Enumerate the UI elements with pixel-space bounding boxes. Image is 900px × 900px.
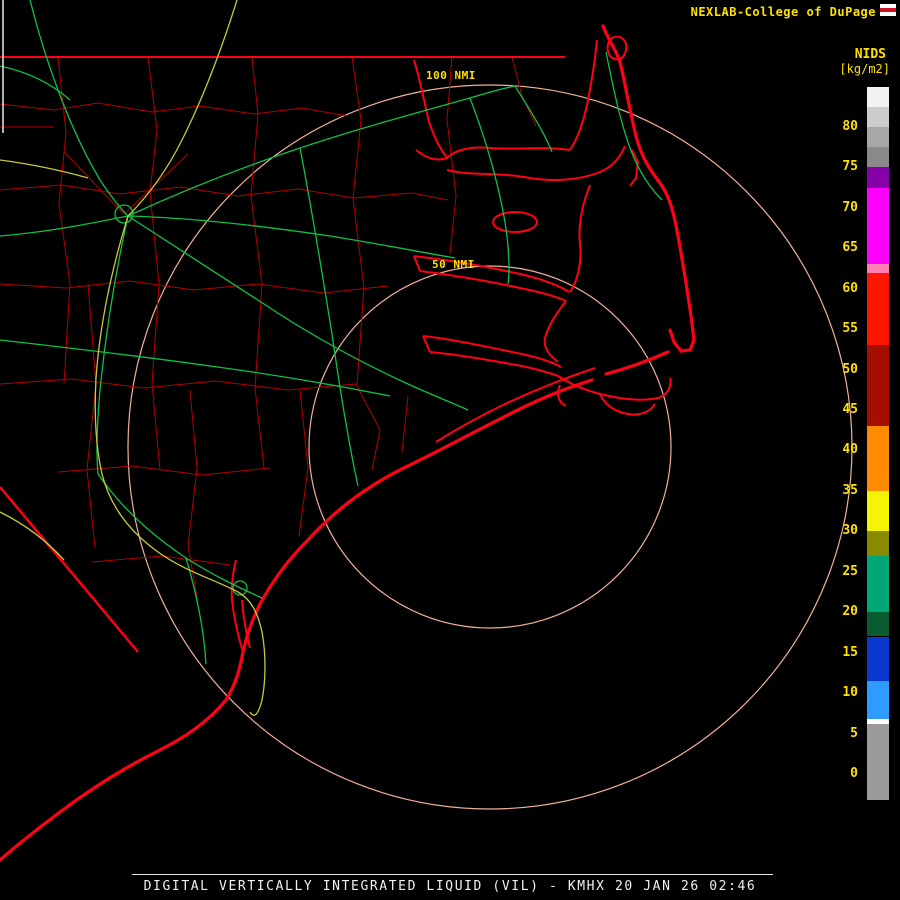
colorbar-units: [kg/m2] xyxy=(839,62,890,76)
colorbar-tick-label: 25 xyxy=(842,563,858,579)
colorbar-tick-label: 15 xyxy=(842,644,858,660)
colorbar-title: NIDS xyxy=(854,47,886,62)
colorbar-tick-label: 5 xyxy=(850,725,858,741)
colorbar-segment xyxy=(867,272,889,346)
colorbar-segment xyxy=(867,264,889,273)
colorbar-segment xyxy=(867,719,889,724)
colorbar-tick-label: 35 xyxy=(842,482,858,498)
range-ring-100nmi xyxy=(127,84,853,810)
brand-text: NEXLAB-College of DuPage xyxy=(690,5,876,19)
colorbar-tick-label: 50 xyxy=(842,361,858,377)
southern-coast xyxy=(0,454,430,862)
colorbar-tick-label: 10 xyxy=(842,685,858,701)
coastline-layer xyxy=(0,24,696,862)
colorbar-tick-label: 30 xyxy=(842,523,858,539)
range-ring-50nmi xyxy=(308,265,672,629)
colorbar-segment xyxy=(867,86,889,107)
colorbar-segment xyxy=(867,723,889,800)
outer-banks-coast xyxy=(601,24,696,353)
colorbar-tick-label: 75 xyxy=(842,159,858,175)
colorbar-segment xyxy=(867,490,889,532)
range-ring-label-50nmi: 50 NMI xyxy=(432,258,475,271)
colorbar-tick-label: 60 xyxy=(842,280,858,296)
colorbar-segment xyxy=(867,612,889,637)
range-ring-label-100nmi: 100 NMI xyxy=(426,69,476,82)
colorbar-tick-label: 20 xyxy=(842,604,858,620)
colorbar-segment xyxy=(867,555,889,613)
colorbar-tick-label: 70 xyxy=(842,199,858,215)
range-rings xyxy=(127,84,853,810)
colorbar-tick-label: 55 xyxy=(842,321,858,337)
colorbar-tick-label: 40 xyxy=(842,442,858,458)
cod-logo-icon xyxy=(880,4,896,16)
colorbar-tick-label: 65 xyxy=(842,240,858,256)
colorbar-segment xyxy=(867,531,889,556)
colorbar-segment xyxy=(867,187,889,265)
radar-map xyxy=(0,0,853,862)
product-title: DIGITAL VERTICALLY INTEGRATED LIQUID (VI… xyxy=(143,879,757,894)
state-borders-layer xyxy=(0,56,565,653)
colorbar-segment xyxy=(867,680,889,719)
roads-green-layer xyxy=(0,0,663,665)
county-lines-layer xyxy=(0,56,537,603)
colorbar-segment xyxy=(867,147,889,168)
colorbar-segment xyxy=(867,167,889,188)
water-features-layer xyxy=(230,35,672,653)
colorbar-segment xyxy=(867,126,889,148)
colorbar-segment xyxy=(867,426,889,491)
colorbar-tick-label: 45 xyxy=(842,402,858,418)
colorbar-segment xyxy=(867,345,889,427)
colorbar-tick-label: 80 xyxy=(842,118,858,134)
radar-display: NEXLAB-College of DuPage NIDS [kg/m2] 80… xyxy=(0,0,900,900)
colorbar-tick-label: 0 xyxy=(850,766,858,781)
colorbar-segment xyxy=(867,636,889,681)
footer-divider xyxy=(132,874,773,875)
roads-yellow-layer xyxy=(0,0,266,716)
nc-sc-border xyxy=(0,486,139,653)
colorbar-segment xyxy=(867,106,889,127)
